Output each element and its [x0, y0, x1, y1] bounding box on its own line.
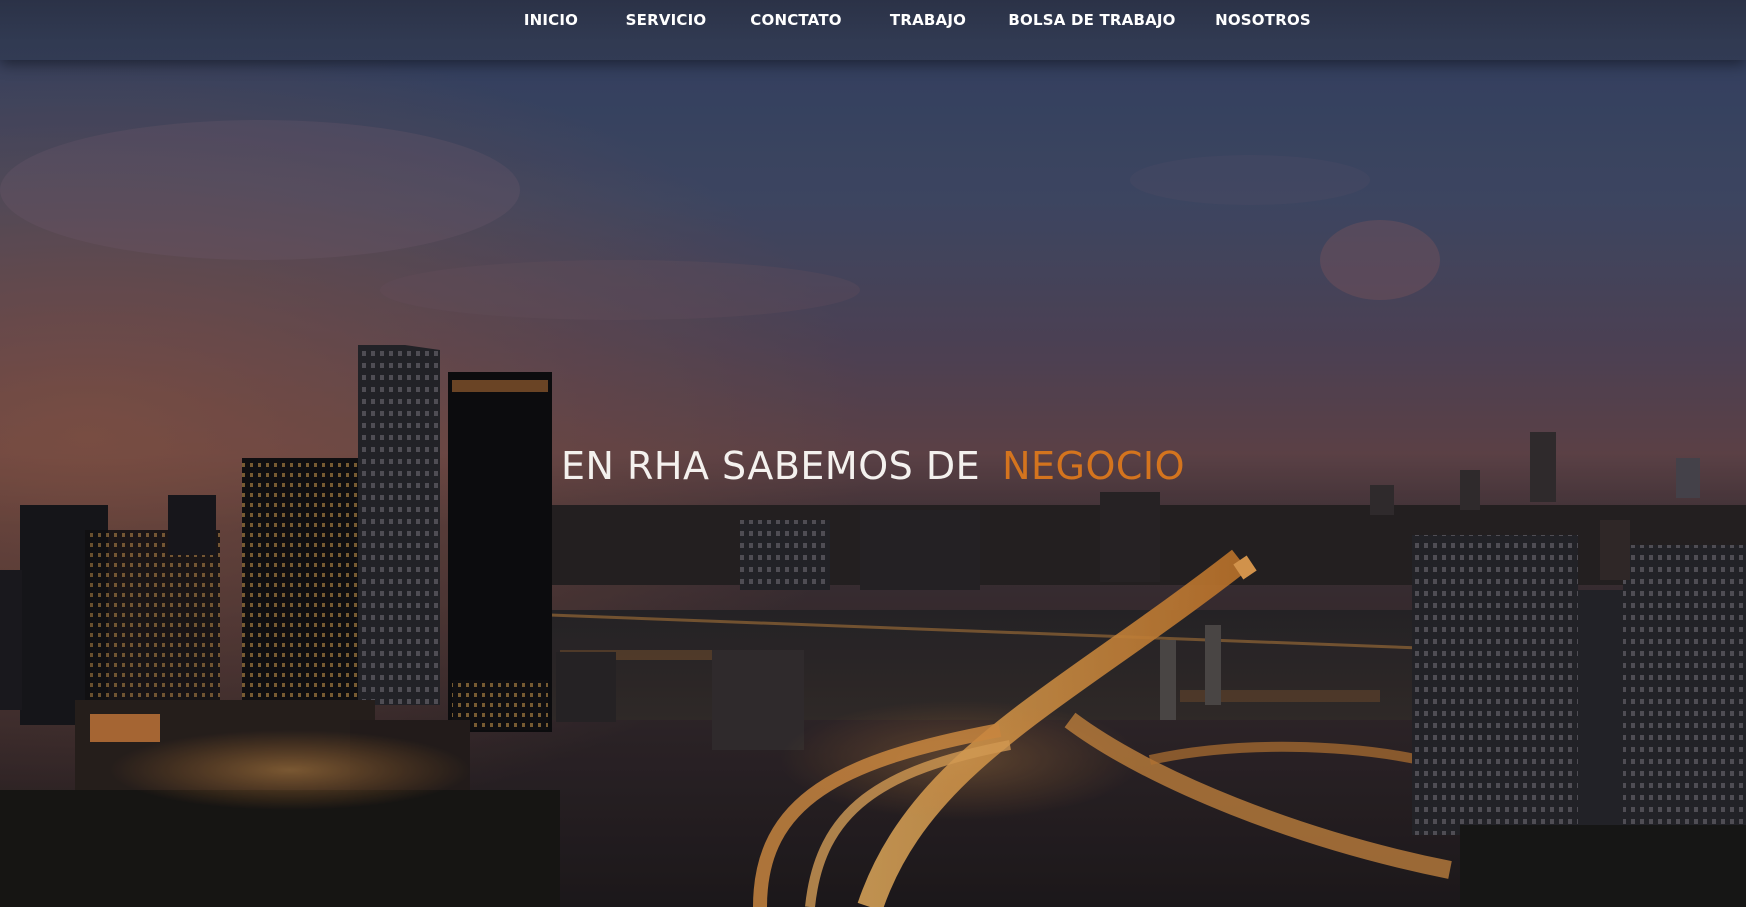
nav-item-nosotros[interactable]: NOSOTROS — [1215, 10, 1311, 30]
nav-item-contacto[interactable]: CONCTATO — [750, 10, 841, 30]
nav-item-servicio[interactable]: SERVICIO — [626, 10, 707, 30]
nav-item-trabajo[interactable]: TRABAJO — [890, 10, 966, 30]
nav-item-bolsa-de-trabajo[interactable]: BOLSA DE TRABAJO — [1008, 10, 1175, 30]
top-navbar: INICIO SERVICIO CONCTATO TRABAJO BOLSA D… — [0, 0, 1746, 60]
hero-headline: EN RHA SABEMOS DE NEGOCIO — [0, 440, 1746, 492]
nav-item-inicio[interactable]: INICIO — [524, 10, 578, 30]
headline-lead-text: EN RHA SABEMOS DE — [560, 444, 981, 488]
nav-menu: INICIO SERVICIO CONCTATO TRABAJO BOLSA D… — [0, 0, 1746, 40]
headline-accent-text: NEGOCIO — [1002, 444, 1186, 488]
